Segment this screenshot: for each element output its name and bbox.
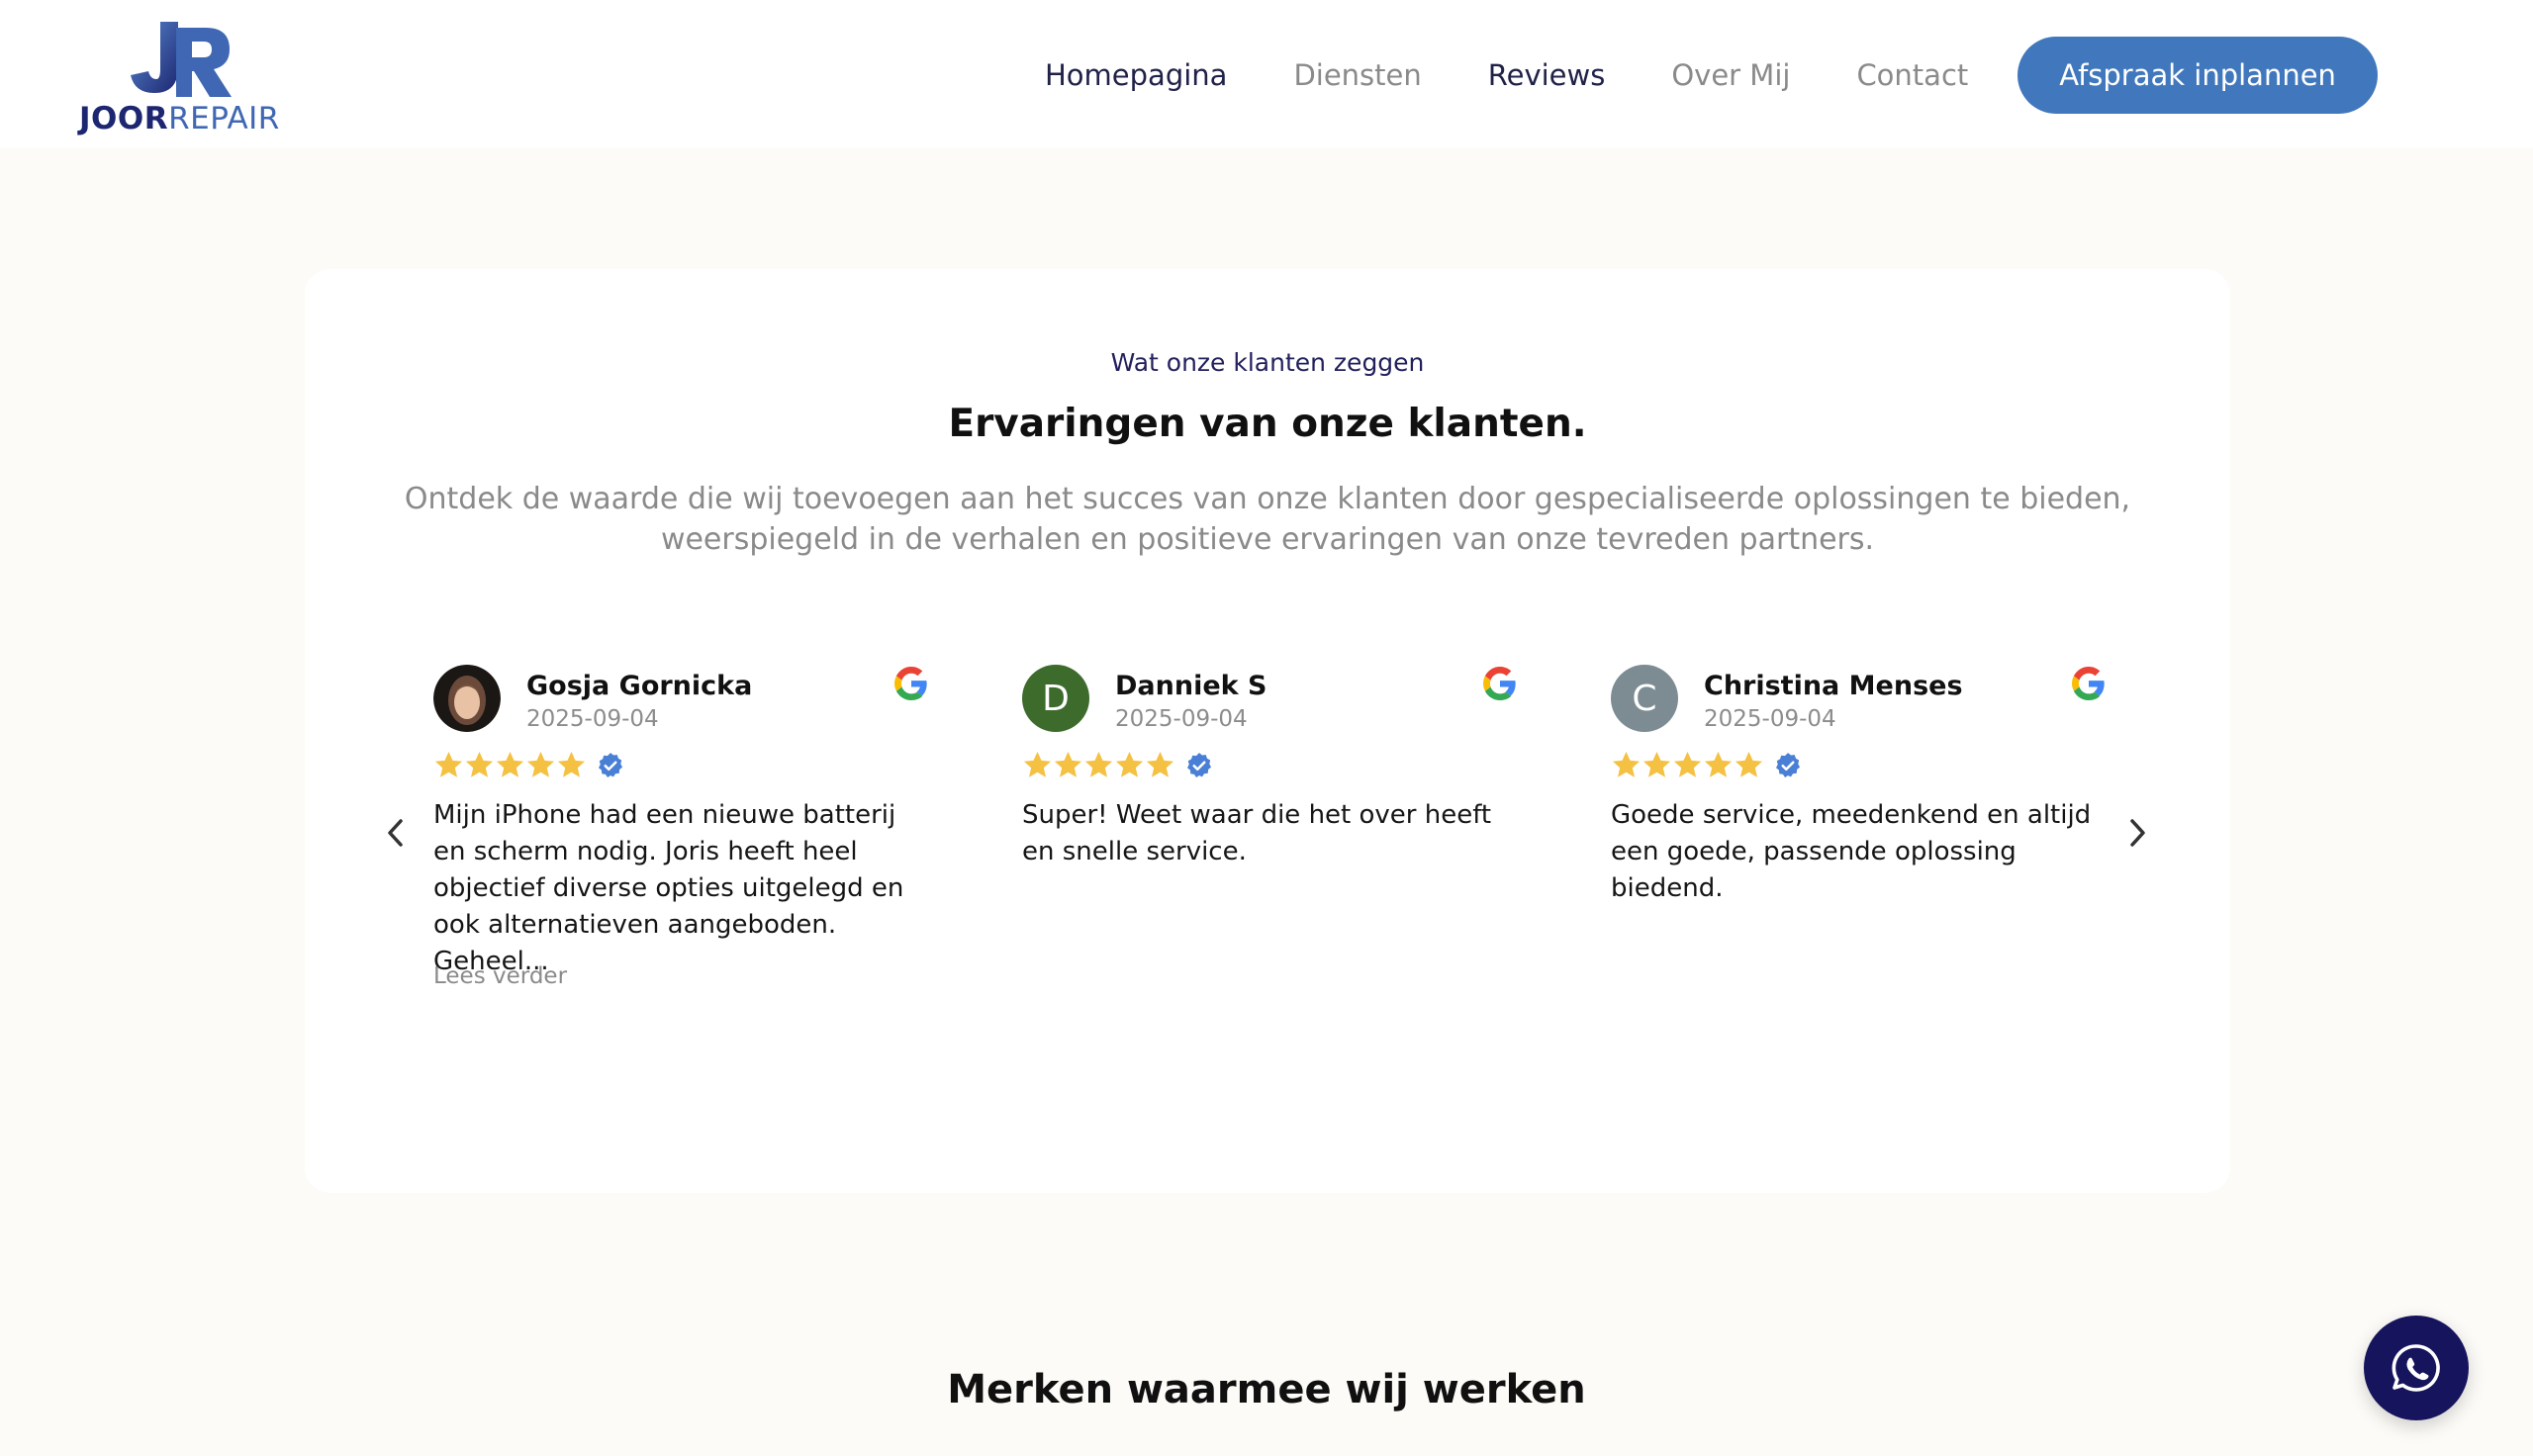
google-icon [2072, 667, 2105, 700]
read-more-link[interactable]: Lees verder [433, 963, 567, 989]
review-card: D Danniek S 2025-09-04 Super! Weet waar … [1022, 665, 1517, 1021]
avatar-initial: C [1632, 678, 1657, 719]
nav-item-reviews[interactable]: Reviews [1488, 58, 1606, 92]
star-icon [1023, 751, 1052, 777]
star-rating [1022, 750, 1213, 780]
review-card: C Christina Menses 2025-09-04 Goede serv… [1611, 665, 2106, 1021]
site-header: JOORREPAIR Homepagina Diensten Reviews O… [0, 0, 2533, 148]
google-icon [1483, 667, 1516, 700]
google-icon [894, 667, 927, 700]
book-appointment-button[interactable]: Afspraak inplannen [2017, 37, 2378, 114]
review-text: Goede service, meedenkend en altijd een … [1611, 800, 2092, 903]
reviews-eyebrow: Wat onze klanten zeggen [1110, 348, 1425, 377]
whatsapp-icon [2392, 1344, 2440, 1392]
carousel-prev-button[interactable] [376, 813, 416, 853]
star-icon [1704, 751, 1733, 777]
avatar-initial: D [1042, 678, 1070, 719]
star-icon [1054, 751, 1082, 777]
avatar: C [1611, 665, 1678, 732]
reviews-title: Ervaringen van onze klanten. [948, 402, 1587, 446]
star-icon [526, 751, 555, 777]
avatar: D [1022, 665, 1089, 732]
whatsapp-button[interactable] [2364, 1316, 2469, 1420]
star-icon [557, 751, 586, 777]
reviewer-photo-icon [433, 665, 501, 732]
brands-title: Merken waarmee wij werken [947, 1367, 1586, 1412]
chevron-left-icon [388, 819, 403, 847]
star-icon [1115, 751, 1144, 777]
nav-item-contact[interactable]: Contact [1856, 58, 1968, 92]
nav-item-homepagina[interactable]: Homepagina [1045, 58, 1227, 92]
avatar [433, 665, 501, 732]
review-text: Mijn iPhone had een nieuwe batterij en s… [433, 800, 904, 976]
star-icon [1673, 751, 1702, 777]
logo-word-repair: REPAIR [168, 101, 280, 136]
carousel-next-button[interactable] [2117, 813, 2157, 853]
star-icon [1735, 751, 1763, 777]
chevron-right-icon [2130, 819, 2145, 847]
star-rating [433, 750, 624, 780]
reviewer-name: Danniek S [1115, 671, 1267, 701]
star-rating [1611, 750, 1802, 780]
review-date: 2025-09-04 [1704, 706, 1836, 732]
nav-item-over-mij[interactable]: Over Mij [1671, 58, 1790, 92]
star-icon [1084, 751, 1113, 777]
reviewer-name: Christina Menses [1704, 671, 1963, 701]
star-icon [496, 751, 524, 777]
star-icon [1612, 751, 1641, 777]
logo[interactable]: JOORREPAIR [79, 18, 282, 136]
nav-item-diensten[interactable]: Diensten [1293, 58, 1421, 92]
star-icon [1642, 751, 1671, 777]
reviews-subtitle: Ontdek de waarde die wij toevoegen aan h… [404, 482, 2131, 557]
review-card: Gosja Gornicka 2025-09-04 Mijn iPhone ha… [433, 665, 928, 1021]
review-text: Super! Weet waar die het over heeft en s… [1022, 800, 1492, 866]
logo-mark-icon [131, 22, 232, 97]
verified-badge-icon [1775, 752, 1801, 777]
verified-badge-icon [1186, 752, 1212, 777]
review-date: 2025-09-04 [1115, 706, 1248, 732]
logo-wordmark: JOORREPAIR [79, 97, 280, 140]
star-icon [434, 751, 463, 777]
main-nav: Homepagina Diensten Reviews Over Mij Con… [1045, 36, 2378, 115]
logo-word-joor: JOOR [79, 101, 169, 136]
verified-badge-icon [598, 752, 623, 777]
star-icon [1146, 751, 1174, 777]
review-date: 2025-09-04 [526, 706, 659, 732]
reviewer-name: Gosja Gornicka [526, 671, 753, 701]
star-icon [465, 751, 494, 777]
reviews-card: Wat onze klanten zeggen Ervaringen van o… [305, 269, 2230, 1193]
